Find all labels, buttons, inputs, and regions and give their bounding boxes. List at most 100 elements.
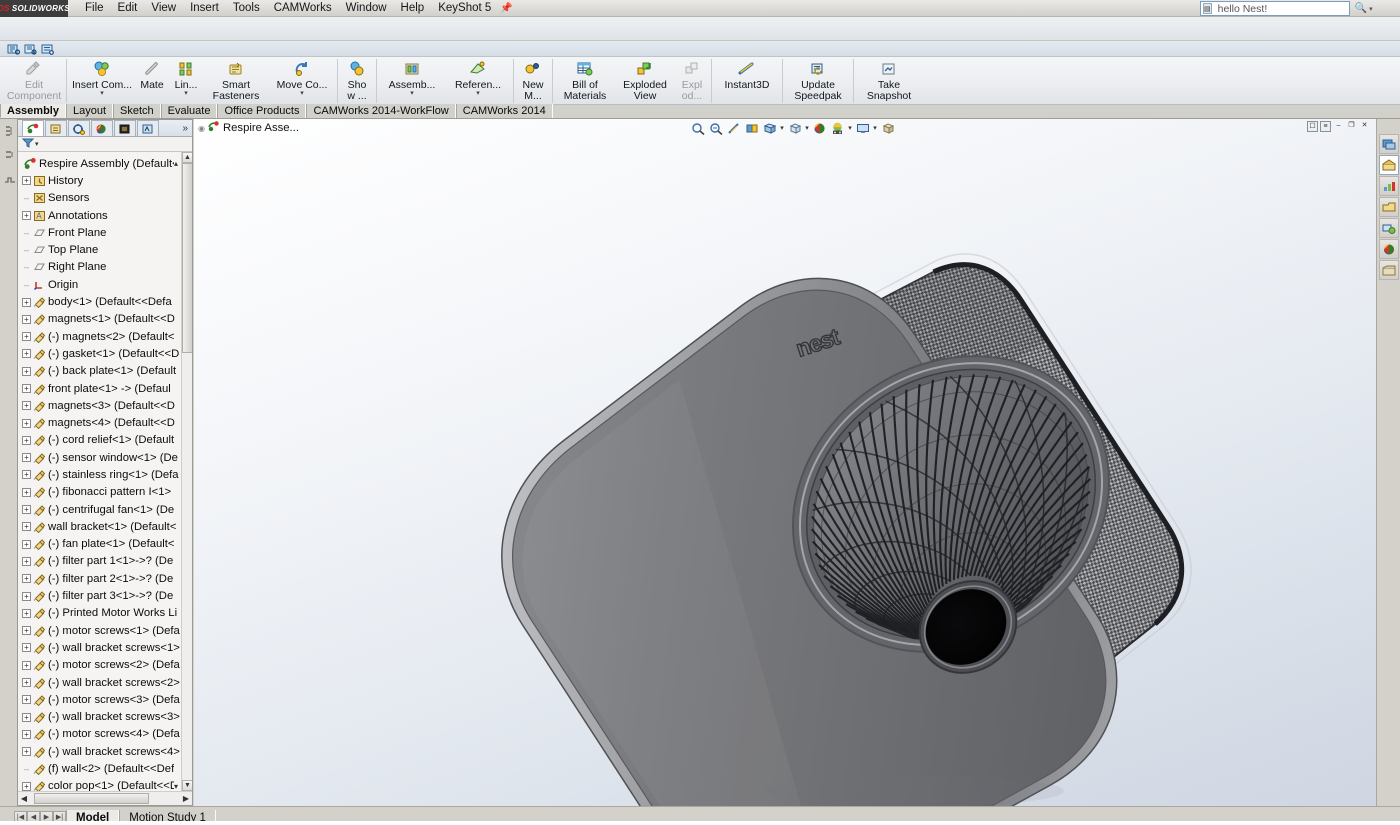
chevron-down-icon[interactable]: ▾	[410, 91, 414, 97]
chevron-left-icon[interactable]: ◀	[18, 793, 30, 805]
tab-layout[interactable]: Layout	[66, 104, 113, 118]
appearances-scenes-icon[interactable]	[1379, 218, 1399, 238]
menu-window[interactable]: Window	[339, 1, 394, 15]
expand-toggle-icon[interactable]: +	[22, 419, 31, 428]
expand-toggle-icon[interactable]: +	[22, 609, 31, 618]
expand-toggle-icon[interactable]: +	[22, 176, 31, 185]
menu-file[interactable]: File	[78, 1, 111, 15]
hscroll-thumb[interactable]	[34, 793, 149, 804]
tree-node[interactable]: +(-) wall bracket screws<2>	[18, 674, 192, 691]
ribbon-explode-line-sketch[interactable]: Expl od...	[675, 57, 709, 105]
feature-tree[interactable]: Respire Assembly (Default<▴+History–Sens…	[18, 152, 192, 791]
feature-tree-icon[interactable]	[22, 120, 44, 136]
tree-node[interactable]: –Front Plane	[18, 224, 192, 241]
expand-toggle-icon[interactable]: +	[22, 470, 31, 479]
chevron-down-icon[interactable]: ▾	[174, 782, 178, 791]
tree-node[interactable]: +(-) motor screws<4> (Defa	[18, 726, 192, 743]
tree-node[interactable]: +History	[18, 172, 192, 189]
expand-toggle-icon[interactable]: +	[22, 626, 31, 635]
tree-vertical-scrollbar[interactable]: ▲ ▼	[181, 152, 192, 791]
expand-toggle-icon[interactable]: +	[22, 401, 31, 410]
ribbon-mate[interactable]: Mate	[135, 57, 169, 105]
ribbon-edit-component[interactable]: Edit Component	[4, 57, 64, 105]
expand-toggle-icon[interactable]: +	[22, 211, 31, 220]
ribbon-show-hidden[interactable]: Sho w ...	[340, 57, 374, 105]
camworks-tree-tab-icon[interactable]	[114, 120, 136, 136]
tree-node[interactable]: +wall bracket<1> (Default<	[18, 518, 192, 535]
pushpin-icon[interactable]: 📌	[500, 3, 512, 14]
search-icon[interactable]: 🔍	[1353, 3, 1369, 14]
camworks-tree-icon[interactable]	[6, 42, 21, 56]
tree-node[interactable]: +(-) magnets<2> (Default<	[18, 328, 192, 345]
tree-node[interactable]: +(-) filter part 1<1>->? (De	[18, 553, 192, 570]
tree-node[interactable]: +magnets<3> (Default<<D	[18, 397, 192, 414]
ribbon-reference-geometry[interactable]: Referen... ▾	[445, 57, 511, 105]
expand-toggle-icon[interactable]: +	[22, 730, 31, 739]
tree-node[interactable]: –Origin	[18, 276, 192, 293]
expand-toggle-icon[interactable]: +	[22, 298, 31, 307]
expand-toggle-icon[interactable]: +	[22, 540, 31, 549]
tree-node[interactable]: –Top Plane	[18, 241, 192, 258]
solidworks-resources-icon[interactable]	[1379, 134, 1399, 154]
tree-node[interactable]: +color pop<1> (Default<<D▾	[18, 778, 192, 791]
chevron-down-icon[interactable]: ▼	[182, 780, 192, 791]
ribbon-take-snapshot[interactable]: Take Snapshot	[856, 57, 922, 105]
tree-node[interactable]: +(-) motor screws<3> (Defa	[18, 691, 192, 708]
tree-node[interactable]: +(-) back plate<1> (Default	[18, 363, 192, 380]
graphics-viewport[interactable]: ◉ Respire Asse... ▾	[194, 119, 1376, 806]
design-library-icon[interactable]	[1379, 155, 1399, 175]
expand-toggle-icon[interactable]: +	[22, 643, 31, 652]
tree-node[interactable]: +(-) cord relief<1> (Default	[18, 432, 192, 449]
tree-node[interactable]: +(-) sensor window<1> (De	[18, 449, 192, 466]
expand-toggle-icon[interactable]: +	[22, 332, 31, 341]
ribbon-smart-fasteners[interactable]: Smart Fasteners	[203, 57, 269, 105]
ribbon-new-motion-study[interactable]: New M...	[516, 57, 550, 105]
tree-root-node[interactable]: Respire Assembly (Default<▴	[18, 155, 192, 172]
tab-office-products[interactable]: Office Products	[217, 104, 306, 118]
expand-toggle-icon[interactable]: +	[22, 747, 31, 756]
expand-toggle-icon[interactable]: +	[22, 505, 31, 514]
custom-properties-icon[interactable]	[1379, 239, 1399, 259]
expand-toggle-icon[interactable]: +	[22, 436, 31, 445]
tab-sketch[interactable]: Sketch	[113, 104, 161, 118]
tab-camworks-workflow[interactable]: CAMWorks 2014-WorkFlow	[306, 104, 455, 118]
expand-toggle-icon[interactable]: +	[22, 574, 31, 583]
tree-node[interactable]: +magnets<1> (Default<<D	[18, 311, 192, 328]
camworks-designer-icon[interactable]	[1379, 260, 1399, 280]
tab-camworks-2014[interactable]: CAMWorks 2014	[456, 104, 553, 118]
file-explorer-icon[interactable]	[1379, 176, 1399, 196]
tree-horizontal-scrollbar[interactable]: ◀ ▶	[18, 791, 192, 805]
tab-assembly[interactable]: Assembly	[0, 104, 66, 118]
search-input[interactable]	[1212, 3, 1353, 15]
ribbon-update-speedpak[interactable]: Update Speedpak	[785, 57, 851, 105]
configuration-manager-icon[interactable]	[68, 120, 90, 136]
expand-toggle-icon[interactable]: +	[22, 592, 31, 601]
tree-node[interactable]: –(f) wall<2> (Default<<Def	[18, 760, 192, 777]
camworks-operation-icon[interactable]	[40, 42, 55, 56]
menu-help[interactable]: Help	[394, 1, 432, 15]
chevron-down-icon[interactable]: ▾	[35, 140, 39, 148]
tree-node[interactable]: +(-) filter part 2<1>->? (De	[18, 570, 192, 587]
ribbon-exploded-view[interactable]: Exploded View	[615, 57, 675, 105]
tree-node[interactable]: +(-) Printed Motor Works Li	[18, 605, 192, 622]
tree-node[interactable]: +(-) wall bracket screws<1>	[18, 639, 192, 656]
tree-node[interactable]: +(-) motor screws<1> (Defa	[18, 622, 192, 639]
dimxpert-manager-icon[interactable]	[137, 120, 159, 136]
tab-evaluate[interactable]: Evaluate	[161, 104, 218, 118]
ribbon-bill-of-materials[interactable]: Bill of Materials	[555, 57, 615, 105]
chevron-up-icon[interactable]: ▲	[182, 152, 192, 163]
property-manager-icon[interactable]	[45, 120, 67, 136]
menu-camworks[interactable]: CAMWorks	[267, 1, 339, 15]
expand-toggle-icon[interactable]: +	[22, 678, 31, 687]
chevron-right-icon[interactable]: ▶	[180, 793, 192, 805]
chevron-up-icon[interactable]: ▴	[174, 159, 178, 168]
scrollbar-thumb[interactable]	[182, 163, 192, 353]
expand-toggle-icon[interactable]: +	[22, 557, 31, 566]
ribbon-linear-pattern[interactable]: Lin... ▾	[169, 57, 203, 105]
expand-toggle-icon[interactable]: +	[22, 384, 31, 393]
filter-icon[interactable]	[22, 137, 34, 151]
tree-node[interactable]: –Sensors	[18, 190, 192, 207]
tree-node[interactable]: +(-) gasket<1> (Default<<D	[18, 345, 192, 362]
tree-node[interactable]: –Right Plane	[18, 259, 192, 276]
tree-node[interactable]: +front plate<1> -> (Defaul	[18, 380, 192, 397]
